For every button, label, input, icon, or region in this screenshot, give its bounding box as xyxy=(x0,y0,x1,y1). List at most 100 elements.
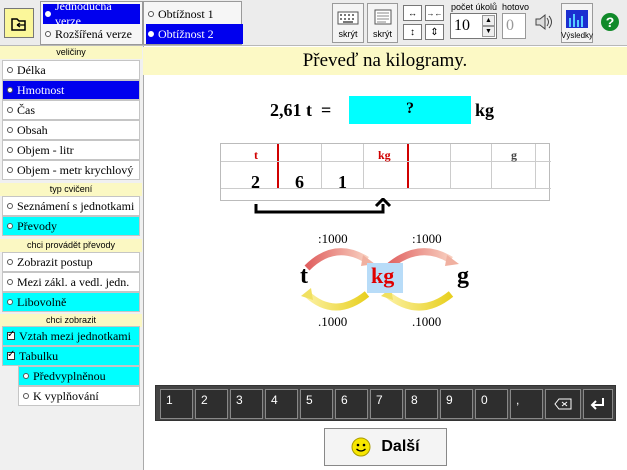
key-1[interactable]: 1 xyxy=(160,389,193,419)
exercise-conversions-radio[interactable]: Převody xyxy=(2,216,140,236)
results-chart-icon xyxy=(566,10,588,28)
difficulty-2-radio[interactable]: Obtížnost 2 xyxy=(146,24,243,44)
keyboard-hide-button[interactable]: skrýt xyxy=(332,3,364,43)
difficulty-selector: Obtížnost 1 Obtížnost 2 xyxy=(143,1,243,45)
radio-icon xyxy=(7,279,13,285)
checkbox-checked-icon xyxy=(7,349,15,360)
exercise-intro-radio[interactable]: Seznámení s jednotkami xyxy=(2,196,140,216)
convert-base-secondary-radio[interactable]: Mezi zákl. a vedl. jedn. xyxy=(2,272,140,292)
show-relation-checkbox[interactable]: Vztah mezi jednotkami xyxy=(2,326,140,346)
key-6[interactable]: 6 xyxy=(335,389,368,419)
equals-sign: = xyxy=(321,100,332,120)
key-3[interactable]: 3 xyxy=(230,389,263,419)
table-prefilled-radio[interactable]: Předvyplněnou xyxy=(18,366,140,386)
radio-icon xyxy=(45,31,51,37)
document-hide-button[interactable]: skrýt xyxy=(367,3,398,43)
triangle-up-icon: ▲ xyxy=(485,17,492,24)
expand-horizontal-button[interactable]: ↔ xyxy=(403,5,422,21)
radio-icon xyxy=(7,299,13,305)
table-cell: 2 xyxy=(251,172,260,192)
collapse-horizontal-button[interactable]: →← xyxy=(425,5,444,21)
radio-icon xyxy=(7,127,13,133)
radio-icon xyxy=(7,67,13,73)
section-header-convert: chci provádět převody xyxy=(0,239,142,252)
quantity-volume-cubic-radio[interactable]: Objem - metr krychlový xyxy=(2,160,140,180)
done-label: hotovo xyxy=(502,2,530,12)
key-enter[interactable] xyxy=(583,389,613,419)
key-comma[interactable]: , xyxy=(510,389,543,419)
table-to-fill-radio[interactable]: K vyplňování xyxy=(18,386,140,406)
conversion-table: t kg g 2 6 1 xyxy=(220,143,551,201)
svg-text:?: ? xyxy=(606,14,615,30)
quantity-area-radio[interactable]: Obsah xyxy=(2,120,140,140)
folder-exit-icon xyxy=(11,18,26,31)
key-8[interactable]: 8 xyxy=(405,389,438,419)
diagram-unit-kg: kg xyxy=(371,263,395,288)
quantity-length-radio[interactable]: Délka xyxy=(2,60,140,80)
shift-arrow-icon xyxy=(254,198,392,214)
task-equation: 2,61 t = xyxy=(270,100,331,121)
radio-icon xyxy=(23,393,29,399)
sidebar: veličiny Délka Hmotnost Čas Obsah Objem … xyxy=(0,46,142,470)
radio-icon xyxy=(7,203,13,209)
key-backspace[interactable] xyxy=(545,389,581,419)
expand-vertical-button[interactable]: ↕ xyxy=(403,24,422,40)
key-9[interactable]: 9 xyxy=(440,389,473,419)
difficulty-1-radio[interactable]: Obtížnost 1 xyxy=(146,4,243,24)
task-unit-to: kg xyxy=(475,100,495,120)
triangle-down-icon: ▼ xyxy=(485,28,492,35)
table-cell: 6 xyxy=(295,172,304,192)
table-header-kg: kg xyxy=(378,148,391,162)
radio-icon xyxy=(148,11,154,17)
layout-arrow-group: ↔ →← ↕ ⇕ xyxy=(401,3,446,43)
version-extended-radio[interactable]: Rozšířená verze xyxy=(43,24,140,44)
count-down-button[interactable]: ▼ xyxy=(482,26,495,37)
key-2[interactable]: 2 xyxy=(195,389,228,419)
arrows-horizontal-icon: ↔ xyxy=(408,8,417,18)
key-0[interactable]: 0 xyxy=(475,389,508,419)
next-button[interactable]: Další xyxy=(324,428,447,466)
backspace-icon xyxy=(554,398,572,410)
task-count-stepper[interactable]: 10 ▲ ▼ xyxy=(450,13,497,39)
table-cell: 1 xyxy=(338,172,347,192)
convert-show-steps-radio[interactable]: Zobrazit postup xyxy=(2,252,140,272)
quantity-volume-litre-radio[interactable]: Objem - litr xyxy=(2,140,140,160)
radio-icon xyxy=(7,147,13,153)
section-header-exercise: typ cvičení xyxy=(0,183,142,196)
smiley-icon xyxy=(351,437,371,457)
enter-icon xyxy=(590,398,604,410)
diagram-label-top-left: :1000 xyxy=(318,231,348,246)
exit-app-button[interactable] xyxy=(4,8,34,38)
arrows-vertical-icon: ↕ xyxy=(410,26,415,38)
version-simple-radio[interactable]: Jednoduchá verze xyxy=(43,0,140,28)
help-button[interactable]: ? xyxy=(598,9,622,35)
convert-any-radio[interactable]: Libovolně xyxy=(2,292,140,312)
document-icon xyxy=(374,9,391,25)
arrows-inward-icon: →← xyxy=(426,8,443,18)
radio-icon xyxy=(148,31,154,37)
show-table-checkbox[interactable]: Tabulku xyxy=(2,346,140,366)
task-title: Převeď na kilogramy. xyxy=(143,47,627,75)
radio-icon xyxy=(45,11,51,17)
count-up-button[interactable]: ▲ xyxy=(482,15,495,26)
key-5[interactable]: 5 xyxy=(300,389,333,419)
quantity-mass-radio[interactable]: Hmotnost xyxy=(2,80,140,100)
results-button[interactable]: Výsledky xyxy=(561,3,593,43)
radio-icon xyxy=(7,259,13,265)
keyboard-icon xyxy=(337,11,359,25)
key-4[interactable]: 4 xyxy=(265,389,298,419)
diagram-label-bottom-right: .1000 xyxy=(412,314,442,329)
radio-icon xyxy=(7,87,13,93)
radio-icon xyxy=(7,223,13,229)
version-selector: Jednoduchá verze Rozšířená verze xyxy=(40,0,143,45)
quantity-time-radio[interactable]: Čas xyxy=(2,100,140,120)
speaker-icon xyxy=(535,13,552,31)
collapse-vertical-button[interactable]: ⇕ xyxy=(425,24,444,40)
diagram-unit-t: t xyxy=(300,263,308,289)
answer-input[interactable]: ? xyxy=(349,96,471,124)
section-header-quantities: veličiny xyxy=(0,46,142,59)
task-value: 2,61 xyxy=(270,100,302,120)
key-7[interactable]: 7 xyxy=(370,389,403,419)
sound-button[interactable] xyxy=(533,9,555,35)
task-count-value: 10 xyxy=(454,17,470,34)
